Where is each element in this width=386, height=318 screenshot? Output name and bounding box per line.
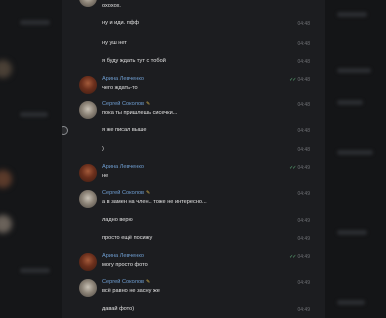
author-name[interactable]: Арина Левченко bbox=[102, 76, 144, 82]
message-text: всё равно не засну же bbox=[102, 288, 160, 294]
message-time: 04:49 bbox=[297, 280, 310, 286]
message-text: охохох. bbox=[102, 3, 121, 9]
message-time: 04:49 bbox=[297, 307, 310, 313]
author-name[interactable]: Арина Левченко bbox=[102, 253, 144, 259]
message-time: 04:48 bbox=[297, 41, 310, 47]
message-time: ✓✓ 04:49 bbox=[289, 165, 310, 171]
pencil-icon: ✎ bbox=[146, 279, 151, 285]
background-right bbox=[325, 0, 386, 318]
message-time: 04:49 bbox=[297, 236, 310, 242]
message-time: 04:48 bbox=[297, 102, 310, 108]
message-text: ну и иди. пфф bbox=[102, 20, 139, 26]
message-time: ✓✓ 04:49 bbox=[289, 254, 310, 260]
message-text: давай фото) bbox=[102, 306, 135, 312]
avatar[interactable] bbox=[79, 76, 97, 94]
message-time: ✓✓ 04:48 bbox=[289, 77, 310, 83]
message-time: 04:49 bbox=[297, 191, 310, 197]
avatar[interactable] bbox=[79, 253, 97, 271]
message-feed[interactable]: охохох. ну и иди. пфф 04:48 ну уш нет 04… bbox=[62, 0, 325, 318]
message-time: 04:49 bbox=[297, 218, 310, 224]
pencil-icon: ✎ bbox=[146, 190, 151, 196]
read-check-icon: ✓✓ bbox=[289, 165, 296, 171]
message-text: ладно верю bbox=[102, 217, 133, 223]
message-text: а в замен на член.. тоже не интересно... bbox=[102, 199, 207, 205]
message-text: просто ещё посижу bbox=[102, 235, 153, 241]
message-text: чего ждать-то bbox=[102, 85, 138, 91]
avatar[interactable] bbox=[79, 279, 97, 297]
select-message-checkbox[interactable] bbox=[62, 126, 68, 135]
message-text: ну уш нет bbox=[102, 40, 127, 46]
message-text: ) bbox=[102, 146, 104, 152]
message-time: 04:48 bbox=[297, 147, 310, 153]
message-time: 04:48 bbox=[297, 128, 310, 134]
message-text: могу просто фото bbox=[102, 262, 148, 268]
message-text: я буду ждать тут с тобой bbox=[102, 58, 166, 64]
message-text: я же писал выше bbox=[102, 127, 147, 133]
message-text: не bbox=[102, 173, 109, 179]
avatar[interactable] bbox=[79, 190, 97, 208]
message-time: 04:48 bbox=[297, 59, 310, 65]
author-name[interactable]: Сергей Соколов ✎ bbox=[102, 279, 150, 285]
pencil-icon: ✎ bbox=[146, 101, 151, 107]
background-left bbox=[0, 0, 62, 318]
read-check-icon: ✓✓ bbox=[289, 254, 296, 260]
message-time: 04:48 bbox=[297, 21, 310, 27]
message-text: пока ты пришлешь сисечки... bbox=[102, 110, 178, 116]
author-name[interactable]: Сергей Соколов ✎ bbox=[102, 101, 150, 107]
author-name[interactable]: Сергей Соколов ✎ bbox=[102, 190, 150, 196]
read-check-icon: ✓✓ bbox=[289, 77, 296, 83]
avatar[interactable] bbox=[79, 164, 97, 182]
avatar[interactable] bbox=[79, 0, 97, 7]
author-name[interactable]: Арина Левченко bbox=[102, 164, 144, 170]
avatar[interactable] bbox=[79, 101, 97, 119]
